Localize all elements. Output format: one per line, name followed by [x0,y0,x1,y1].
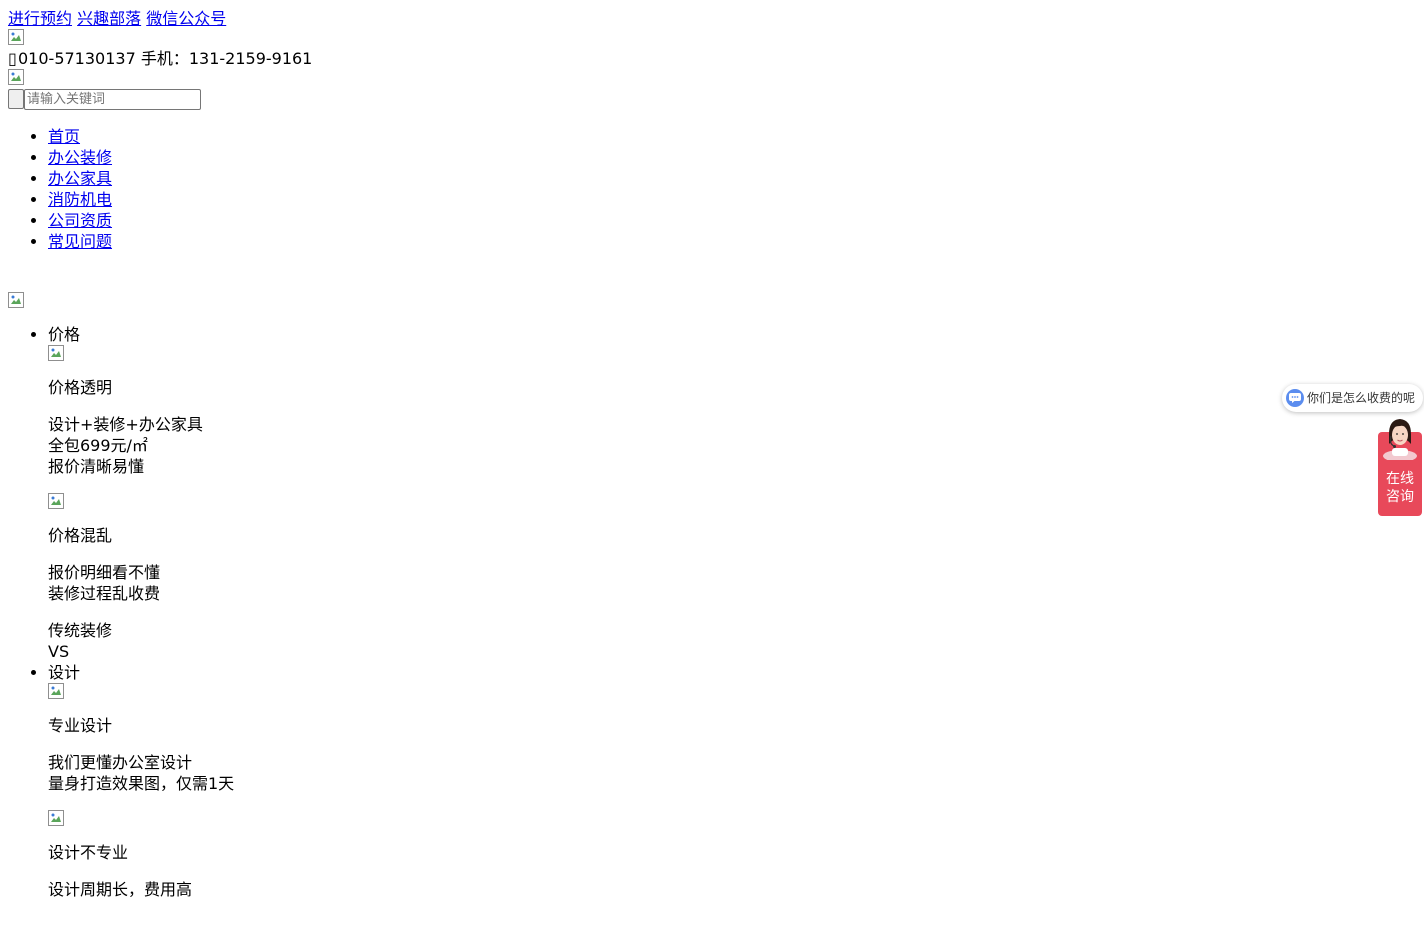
search-bar [8,88,1416,110]
main-nav: 首页 办公装修 办公家具 消防机电 公司资质 常见问题 [8,126,1416,252]
vs-label: VS [48,642,70,661]
nav-item-office-furniture: 办公家具 [48,168,1416,189]
price-good-image [48,345,64,361]
comparison-tab-price[interactable]: 价格 [48,324,1416,345]
design-good-line: 我们更懂办公室设计 [48,753,193,772]
nav-link-office-furniture[interactable]: 办公家具 [48,169,112,188]
design-bad-lines: 设计周期长，费用高 [48,879,1416,900]
price-bad-lines: 报价明细看不懂 装修过程乱收费 [48,562,1416,604]
contact-phone: ▯010-57130137 手机：131-2159-9161 [8,48,1416,69]
design-good-image [48,683,64,699]
nav-link-qualifications[interactable]: 公司资质 [48,211,112,230]
design-good-line: 量身打造效果图，仅需1天 [48,774,235,793]
design-good-title: 专业设计 [48,716,113,735]
phone-icon: ▯ [8,49,17,68]
top-link-wechat[interactable]: 微信公众号 [146,9,226,28]
nav-item-fire-electrical: 消防机电 [48,189,1416,210]
traditional-label: 传统装修 [48,621,113,640]
banner-image [8,292,24,308]
nav-link-office-decoration[interactable]: 办公装修 [48,148,112,167]
logo-image[interactable] [8,29,24,45]
comparison-item-design: 设计 专业设计 我们更懂办公室设计 量身打造效果图，仅需1天 设计不专业 设计周… [48,662,1416,900]
price-good-lines: 设计+装修+办公家具 全包699元/㎡ 报价清晰易懂 [48,414,1416,477]
page: 进行预约 兴趣部落 微信公众号 ▯010-57130137 手机：131-215… [0,0,1424,924]
consult-label-line2: 咨询 [1386,489,1414,505]
top-links: 进行预约 兴趣部落 微信公众号 [8,8,1416,29]
top-link-interest-tribe[interactable]: 兴趣部落 [77,9,141,28]
consult-label-line1: 在线 [1386,471,1414,487]
nav-item-qualifications: 公司资质 [48,210,1416,231]
price-good-line: 全包699元/㎡ [48,436,148,455]
design-bad-line: 设计周期长，费用高 [48,880,193,899]
comparison-item-price: 价格 价格透明 设计+装修+办公家具 全包699元/㎡ 报价清晰易懂 价格混乱 … [48,324,1416,662]
search-button[interactable] [8,89,24,109]
price-good-line: 报价清晰易懂 [48,457,145,476]
nav-link-faq[interactable]: 常见问题 [48,232,112,251]
nav-link-home[interactable]: 首页 [48,127,80,146]
design-bad-image [48,810,64,826]
comparison-tab-design[interactable]: 设计 [48,662,1416,683]
price-bad-image [48,493,64,509]
customer-service-avatar-icon[interactable] [1380,414,1420,462]
nav-item-office-decoration: 办公装修 [48,147,1416,168]
chat-prompt-bubble[interactable]: 你们是怎么收费的呢 [1282,384,1424,412]
price-bad-line: 装修过程乱收费 [48,584,161,603]
top-link-appointment[interactable]: 进行预约 [8,9,72,28]
online-consult-label[interactable]: 在线 咨询 [1378,470,1422,506]
nav-item-home: 首页 [48,126,1416,147]
price-good-title: 价格透明 [48,378,113,397]
chat-bubble-icon [1286,389,1304,407]
nav-link-fire-electrical[interactable]: 消防机电 [48,190,112,209]
phone-text: 010-57130137 手机：131-2159-9161 [18,49,313,68]
price-bad-line: 报价明细看不懂 [48,563,161,582]
vs-block: 传统装修 VS [48,620,1416,662]
design-bad-title: 设计不专业 [48,843,129,862]
chat-bubble-text: 你们是怎么收费的呢 [1307,390,1416,405]
search-input[interactable] [24,88,201,110]
comparison-list: 价格 价格透明 设计+装修+办公家具 全包699元/㎡ 报价清晰易懂 价格混乱 … [8,324,1416,900]
design-good-lines: 我们更懂办公室设计 量身打造效果图，仅需1天 [48,752,1416,794]
price-bad-title: 价格混乱 [48,526,113,545]
nav-item-faq: 常见问题 [48,231,1416,252]
qr-image [8,69,24,85]
price-good-line: 设计+装修+办公家具 [48,415,203,434]
